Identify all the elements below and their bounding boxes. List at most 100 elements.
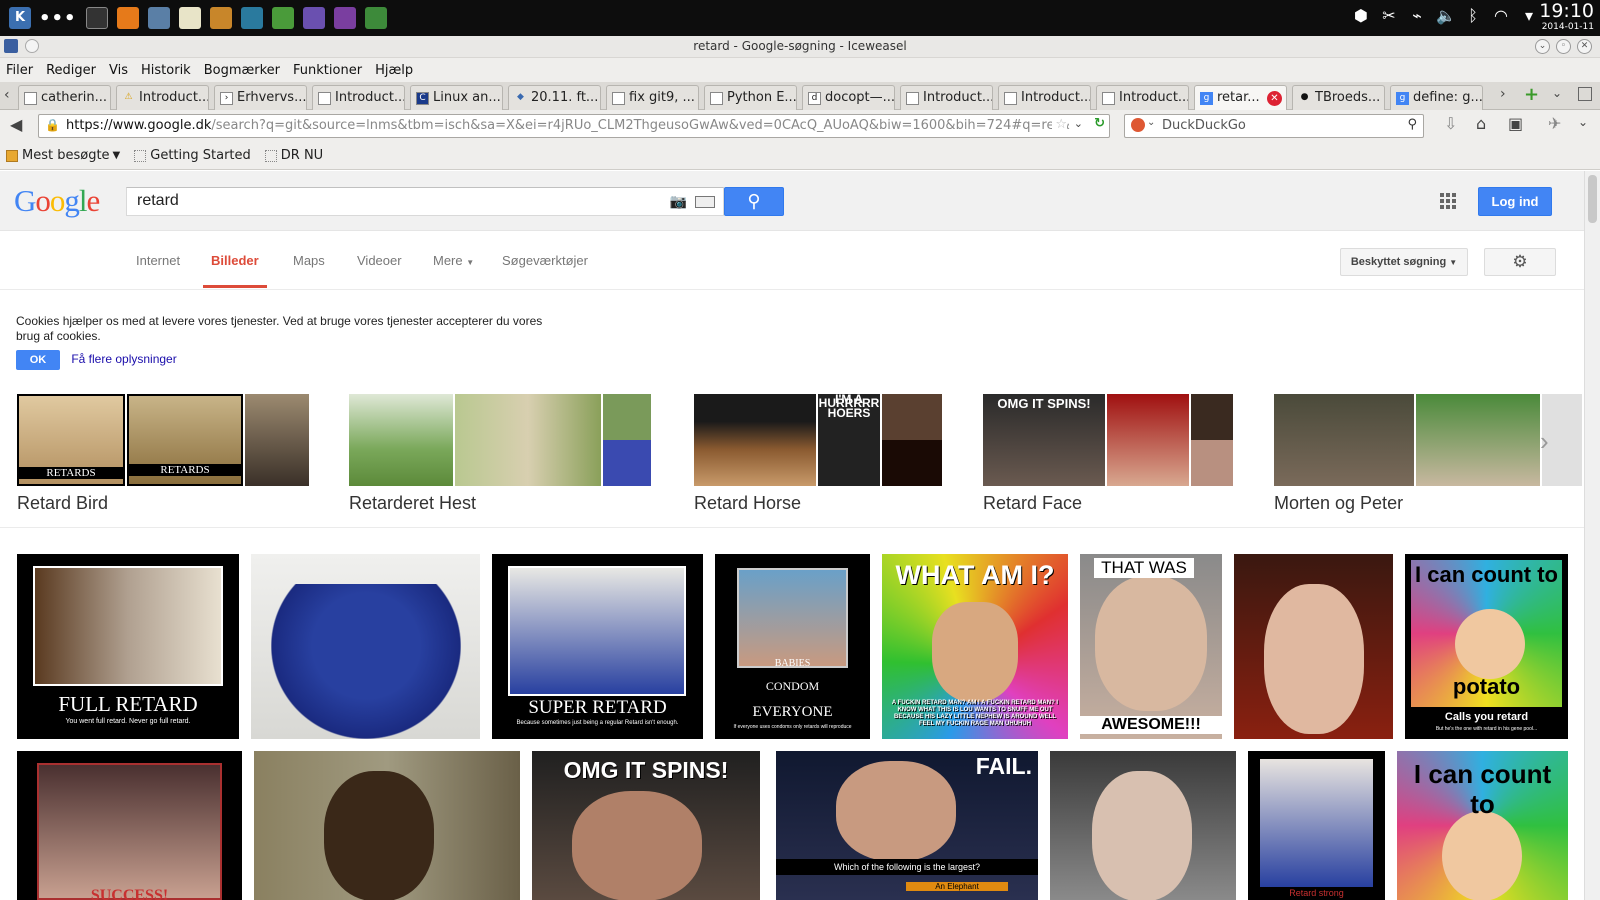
close-button[interactable]: ✕: [1577, 39, 1592, 54]
tabs-scroll-left-icon[interactable]: ‹: [4, 87, 10, 103]
bookmark-most-visited[interactable]: Mest besøgte ▼: [6, 148, 120, 163]
engine-dropdown-icon[interactable]: ⌄: [1147, 117, 1155, 128]
menu-tools[interactable]: Funktioner: [293, 63, 362, 78]
menu-edit[interactable]: Rediger: [46, 63, 96, 78]
tab-search-tools[interactable]: Søgeværktøjer: [502, 253, 588, 268]
related-search-retard-horse[interactable]: HURRRRR I'M A HOERS Retard Horse: [694, 392, 942, 514]
tab-2[interactable]: › Erhvervs...: [214, 85, 307, 110]
network-icon[interactable]: [240, 7, 263, 29]
tab-12[interactable]: g retar... ✕: [1194, 85, 1287, 110]
kde-menu-icon[interactable]: K: [9, 7, 31, 29]
tray-expand-icon[interactable]: ▾: [1520, 6, 1538, 25]
related-search-retard-face[interactable]: OMG IT SPINS! Retard Face: [983, 394, 1233, 514]
tab-10[interactable]: Introduct...: [998, 85, 1091, 110]
clock[interactable]: 19:10 2014-01-11: [1539, 1, 1594, 33]
result-image[interactable]: Retard strong: [1248, 751, 1385, 900]
result-image[interactable]: SUPER RETARD Because sometimes just bein…: [492, 554, 703, 739]
apps-grid-icon[interactable]: [1440, 193, 1456, 209]
tab-more[interactable]: Mere ▼: [433, 253, 474, 268]
result-image[interactable]: FULL RETARD You went full retard. Never …: [17, 554, 239, 739]
bookmark-star-icon[interactable]: ☆: [1052, 117, 1067, 132]
related-search-retard-bird[interactable]: RETARDS RETARDS Retard Bird: [17, 394, 309, 514]
result-image[interactable]: BABIES CONDOM EVERYONE If everyone uses …: [715, 554, 870, 739]
tab-1[interactable]: ⚠ Introduct...: [116, 85, 209, 110]
download-icon[interactable]: ⇩: [1444, 114, 1457, 133]
terminal-icon[interactable]: [85, 7, 108, 29]
tab-13[interactable]: ● TBroeds...: [1292, 85, 1385, 110]
related-search-retarderet-hest[interactable]: Retarderet Hest: [349, 394, 651, 514]
binoculars-icon[interactable]: ⚲: [1407, 117, 1417, 132]
back-icon[interactable]: ◀: [10, 115, 22, 134]
camera-icon[interactable]: 📷: [670, 193, 687, 210]
wifi-icon[interactable]: ◠: [1492, 6, 1510, 25]
purple-app-icon[interactable]: [302, 7, 325, 29]
tools-icon[interactable]: [147, 7, 170, 29]
gimp-icon[interactable]: [209, 7, 232, 29]
tab-0[interactable]: catherin...: [18, 85, 111, 110]
menu-help[interactable]: Hjælp: [375, 63, 413, 78]
result-image[interactable]: [251, 554, 480, 739]
editor-icon[interactable]: [178, 7, 201, 29]
bookmark-getting-started[interactable]: Getting Started: [134, 148, 251, 163]
tab-8[interactable]: d docopt—...: [802, 85, 895, 110]
google-search-button[interactable]: ⚲: [724, 187, 784, 216]
tab-3[interactable]: Introduct...: [312, 85, 405, 110]
duckduckgo-engine-icon[interactable]: [1131, 118, 1145, 132]
settings-gear-icon[interactable]: ⚙: [1484, 248, 1556, 276]
page-scrollbar[interactable]: [1584, 171, 1600, 900]
result-image[interactable]: [254, 751, 520, 900]
login-button[interactable]: Log ind: [1478, 187, 1552, 216]
close-tab-icon[interactable]: ✕: [1267, 91, 1282, 106]
url-bar[interactable]: 🔒 https://www.google.dk/search?q=git&sou…: [38, 114, 1110, 138]
result-image[interactable]: I can count to: [1397, 751, 1568, 900]
result-image[interactable]: WHAT AM I? A FUCKIN RETARD MAN? AM I A F…: [882, 554, 1068, 739]
minimize-button[interactable]: ⌄: [1535, 39, 1550, 54]
tab-maps[interactable]: Maps: [293, 253, 325, 268]
reload-icon[interactable]: ↻: [1094, 116, 1105, 131]
result-image[interactable]: [1050, 751, 1236, 900]
menu-bookmarks[interactable]: Bogmærker: [204, 63, 280, 78]
result-image[interactable]: [1234, 554, 1393, 739]
menu-file[interactable]: Filer: [6, 63, 33, 78]
menu-history[interactable]: Historik: [141, 63, 191, 78]
related-search-morten-og-peter[interactable]: Morten og Peter: [1274, 394, 1582, 514]
bluetooth-icon[interactable]: ᛒ: [1464, 6, 1482, 25]
bookmark-dr-nu[interactable]: DR NU: [264, 148, 323, 163]
dev-icon[interactable]: [364, 7, 387, 29]
new-tab-icon[interactable]: +: [1524, 84, 1539, 105]
chevron-right-icon[interactable]: ›: [1540, 426, 1549, 457]
tab-4[interactable]: C Linux an...: [410, 85, 503, 110]
result-image[interactable]: THAT WAS AWESOME!!!: [1080, 554, 1222, 739]
addon-icon[interactable]: ▣: [1508, 114, 1523, 133]
cookie-more-link[interactable]: Få flere oplysninger: [71, 352, 176, 366]
tab-videos[interactable]: Videoer: [357, 253, 402, 268]
result-image[interactable]: OMG IT SPINS!: [532, 751, 760, 900]
dots-icon[interactable]: •••: [39, 8, 77, 29]
orange-app-icon[interactable]: [116, 7, 139, 29]
result-image[interactable]: FAIL. Which of the following is the larg…: [776, 751, 1038, 900]
tab-11[interactable]: Introduct...: [1096, 85, 1189, 110]
tab-internet[interactable]: Internet: [136, 253, 180, 268]
tab-14[interactable]: g define: g...: [1390, 85, 1483, 110]
menu-view[interactable]: Vis: [109, 63, 128, 78]
maximize-button[interactable]: ◦: [1556, 39, 1571, 54]
safe-search-dropdown[interactable]: Beskyttet søgning ▼: [1340, 248, 1468, 276]
python-icon[interactable]: [333, 7, 356, 29]
cookie-ok-button[interactable]: OK: [16, 350, 60, 370]
scrollbar-thumb[interactable]: [1588, 175, 1597, 223]
tab-6[interactable]: fix git9, ...: [606, 85, 699, 110]
update-icon[interactable]: ⬢: [1352, 6, 1370, 25]
tabs-scroll-right-icon[interactable]: ›: [1500, 86, 1506, 102]
tab-images[interactable]: Billeder: [203, 253, 267, 288]
tab-list-icon[interactable]: ⌄: [1552, 86, 1562, 100]
web-search-box[interactable]: ⌄ DuckDuckGo ⚲: [1124, 114, 1424, 138]
tab-5[interactable]: ◆ 20.11. ft...: [508, 85, 601, 110]
scissors-icon[interactable]: ✂: [1380, 6, 1398, 25]
usb-icon[interactable]: ⌁: [1408, 6, 1426, 25]
result-image[interactable]: SUCCESS!: [17, 751, 242, 900]
url-history-icon[interactable]: ⌄: [1073, 117, 1083, 130]
google-search-input[interactable]: retard 📷: [126, 187, 724, 216]
menu-overflow-icon[interactable]: ⌄: [1578, 115, 1588, 129]
keyboard-icon[interactable]: [695, 196, 715, 208]
volume-icon[interactable]: 🔈: [1436, 6, 1456, 25]
